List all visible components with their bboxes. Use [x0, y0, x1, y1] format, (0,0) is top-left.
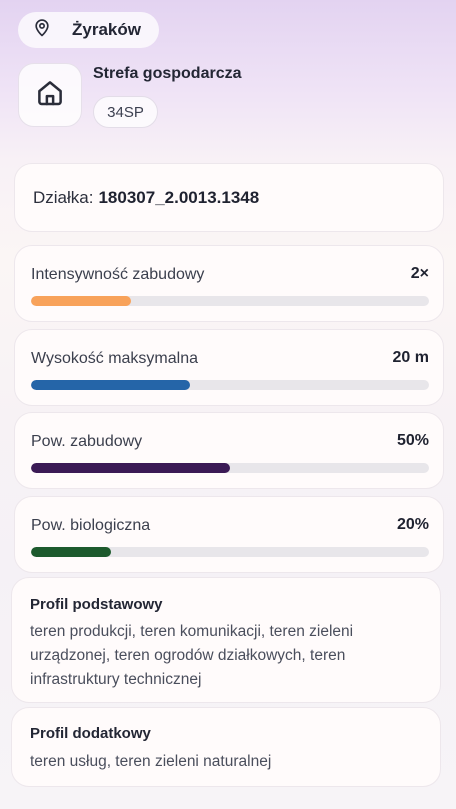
metric-label: Wysokość maksymalna: [31, 350, 199, 367]
profile-basic-card: Profil podstawowy teren produkcji, teren…: [11, 577, 441, 703]
metric-progress-track: [31, 296, 429, 306]
metric-card-biological-area: Pow. biologiczna 20%: [14, 496, 444, 573]
metric-value: 20 m: [392, 349, 429, 366]
metric-progress-fill: [31, 296, 131, 306]
metric-progress-track: [31, 463, 429, 473]
metric-value: 2×: [410, 265, 429, 282]
zone-title: Strefa gospodarcza: [93, 65, 242, 82]
parcel-card: Działka: 180307_2.0013.1348: [14, 163, 444, 232]
profile-title: Profil podstawowy: [30, 596, 163, 613]
metric-label: Pow. zabudowy: [31, 433, 143, 450]
map-pin-icon: [32, 18, 52, 43]
profile-additional-card: Profil dodatkowy teren usług, teren ziel…: [11, 707, 441, 787]
metric-label: Pow. biologiczna: [31, 517, 151, 534]
metric-label: Intensywność zabudowy: [31, 266, 205, 283]
parcel-label: Działka:: [33, 187, 94, 207]
location-name: Żyraków: [72, 20, 141, 39]
zone-code-badge: 34SP: [93, 96, 158, 128]
location-pill[interactable]: Żyraków: [18, 12, 159, 48]
metric-card-built-area: Pow. zabudowy 50%: [14, 412, 444, 489]
metric-value: 20%: [396, 516, 429, 533]
parcel-number: 180307_2.0013.1348: [98, 187, 260, 207]
metric-progress-fill: [31, 380, 191, 390]
metric-progress-track: [31, 547, 429, 557]
metric-progress-fill: [31, 463, 230, 473]
profile-text: teren produkcji, teren komunikacji, tere…: [30, 623, 354, 688]
metric-card-max-height: Wysokość maksymalna 20 m: [14, 329, 444, 406]
metric-progress-track: [31, 380, 429, 390]
metric-value: 50%: [396, 432, 429, 449]
metric-progress-fill: [31, 547, 111, 557]
zone-icon-box: [18, 63, 82, 127]
metric-card-intensity: Intensywność zabudowy 2×: [14, 245, 444, 322]
profile-title: Profil dodatkowy: [30, 725, 151, 742]
profile-text: teren usług, teren zieleni naturalnej: [30, 753, 272, 770]
home-icon: [35, 78, 65, 113]
